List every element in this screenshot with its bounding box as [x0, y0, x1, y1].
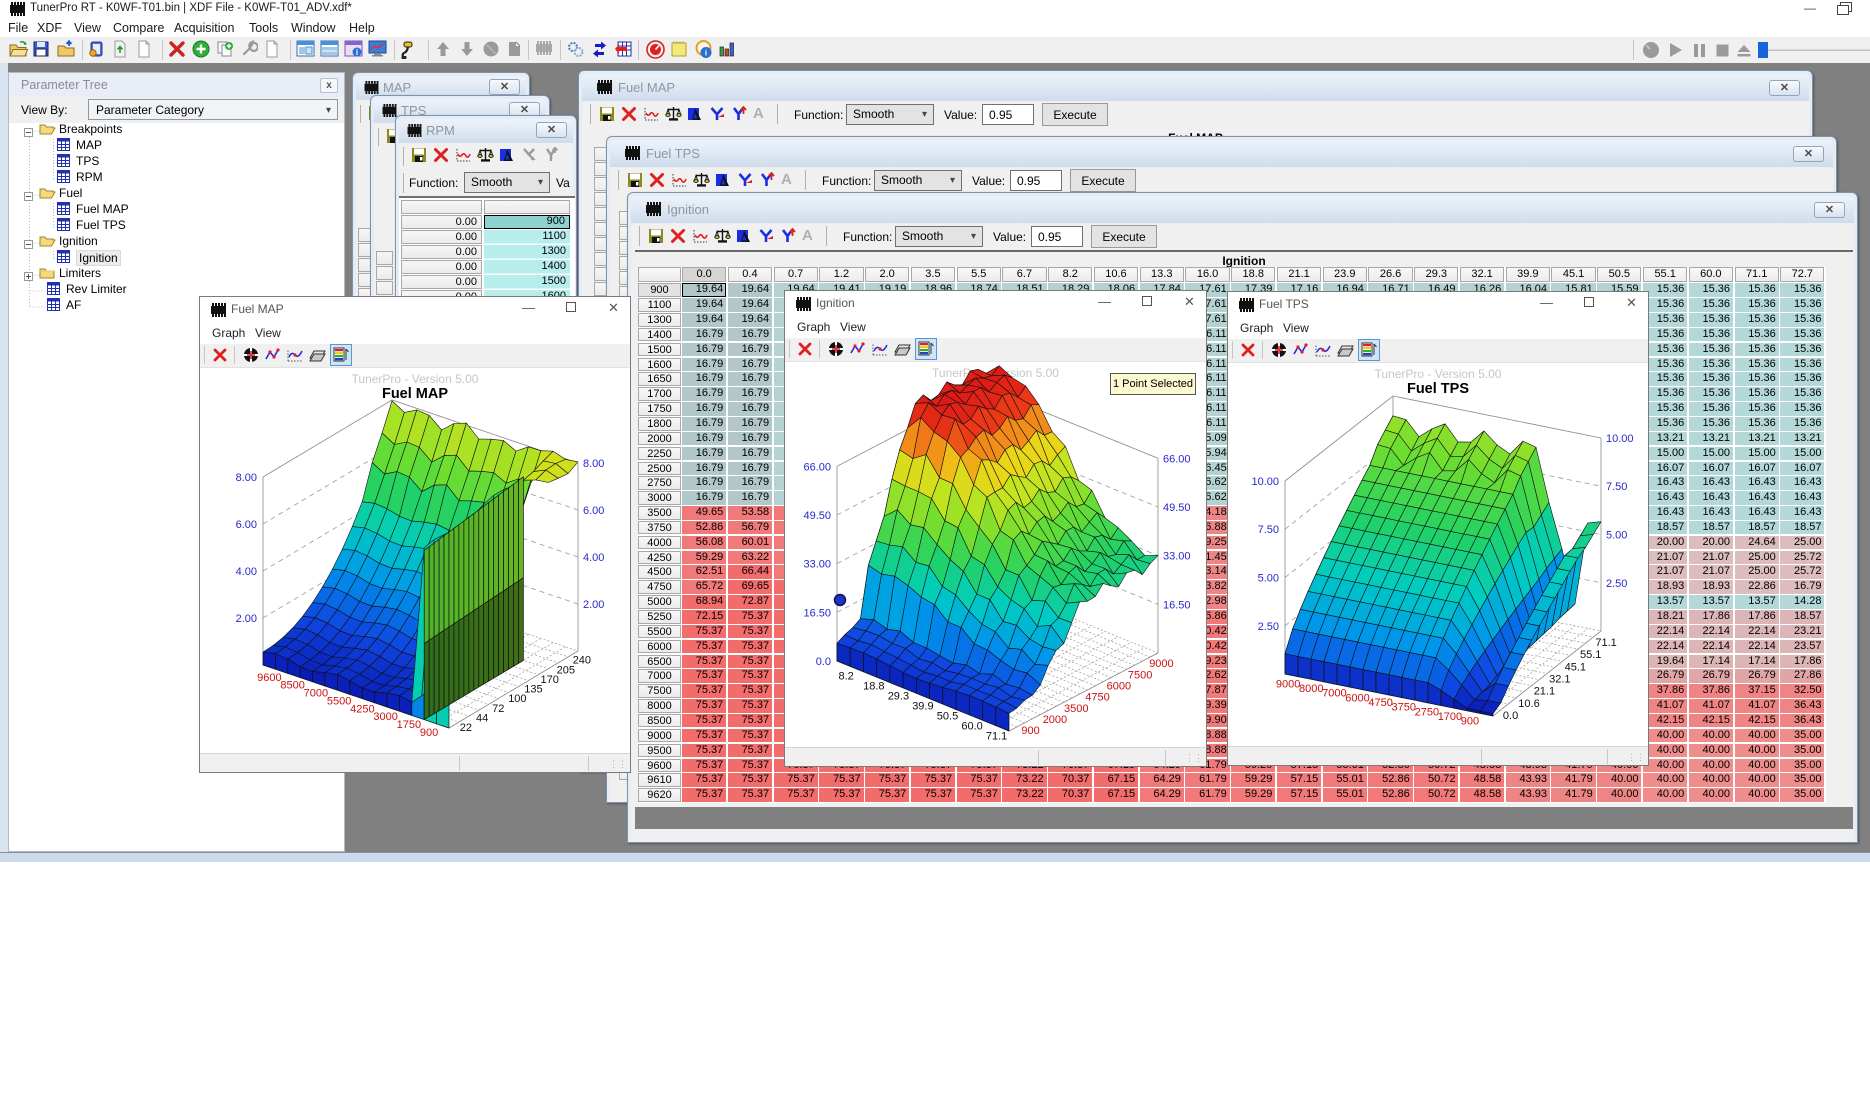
svg-text:7500: 7500	[1128, 669, 1152, 681]
svg-text:i: i	[356, 48, 358, 57]
svg-text:55.1: 55.1	[1580, 649, 1601, 661]
svg-text:2750: 2750	[1415, 706, 1439, 718]
svg-text:8500: 8500	[280, 680, 304, 692]
svg-text:71.1: 71.1	[986, 731, 1007, 743]
svg-text:9000: 9000	[1276, 678, 1300, 690]
svg-text:8.00: 8.00	[583, 458, 604, 470]
svg-text:9000: 9000	[1149, 658, 1173, 670]
svg-text:16.50: 16.50	[1163, 599, 1191, 611]
svg-text:45.1: 45.1	[1565, 661, 1586, 673]
svg-text:10.6: 10.6	[1518, 698, 1539, 710]
svg-text:8000: 8000	[1299, 683, 1323, 695]
svg-text:9600: 9600	[257, 672, 281, 684]
svg-text:1700: 1700	[1438, 711, 1462, 723]
svg-text:44: 44	[476, 713, 488, 725]
svg-text:4.00: 4.00	[236, 566, 257, 578]
svg-text:2000: 2000	[1043, 714, 1067, 726]
svg-text:21.1: 21.1	[1534, 686, 1555, 698]
svg-text:4750: 4750	[1085, 692, 1109, 704]
svg-text:0.0: 0.0	[1503, 710, 1518, 722]
svg-text:900: 900	[420, 727, 438, 739]
svg-text:33.00: 33.00	[803, 559, 831, 571]
svg-text:900: 900	[1021, 725, 1039, 737]
svg-text:2.50: 2.50	[1606, 578, 1627, 590]
svg-text:5.00: 5.00	[1606, 530, 1627, 542]
svg-text:5.00: 5.00	[1258, 573, 1279, 585]
svg-text:0.0: 0.0	[816, 656, 831, 668]
svg-text:18.8: 18.8	[863, 681, 884, 693]
svg-text:33.00: 33.00	[1163, 551, 1191, 563]
svg-text:49.50: 49.50	[1163, 502, 1191, 514]
svg-text:2.50: 2.50	[1258, 621, 1279, 633]
svg-text:4750: 4750	[1368, 697, 1392, 709]
svg-text:2.00: 2.00	[236, 613, 257, 625]
svg-text:1750: 1750	[397, 719, 421, 731]
svg-text:32.1: 32.1	[1549, 674, 1570, 686]
svg-text:6000: 6000	[1345, 692, 1369, 704]
svg-text:22: 22	[460, 722, 472, 734]
svg-text:7000: 7000	[304, 688, 328, 700]
svg-text:49.50: 49.50	[803, 510, 831, 522]
svg-text:72: 72	[492, 703, 504, 715]
svg-text:6.00: 6.00	[236, 519, 257, 531]
svg-text:4250: 4250	[350, 703, 374, 715]
svg-text:7.50: 7.50	[1606, 481, 1627, 493]
svg-text:60.0: 60.0	[961, 721, 982, 733]
svg-text:10.00: 10.00	[1251, 476, 1279, 488]
svg-text:66.00: 66.00	[803, 461, 831, 473]
svg-text:8.00: 8.00	[236, 472, 257, 484]
svg-text:3750: 3750	[1392, 702, 1416, 714]
svg-text:7000: 7000	[1322, 688, 1346, 700]
svg-text:900: 900	[1461, 716, 1479, 728]
svg-text:5500: 5500	[327, 695, 351, 707]
svg-text:66.00: 66.00	[1163, 453, 1191, 465]
svg-text:7.50: 7.50	[1258, 524, 1279, 536]
svg-text:8.2: 8.2	[839, 671, 854, 683]
svg-text:3500: 3500	[1064, 703, 1088, 715]
svg-text:6.00: 6.00	[583, 505, 604, 517]
svg-text:6000: 6000	[1107, 681, 1131, 693]
svg-text:29.3: 29.3	[888, 691, 909, 703]
svg-text:16.50: 16.50	[803, 607, 831, 619]
svg-text:39.9: 39.9	[912, 701, 933, 713]
svg-text:i: i	[705, 49, 707, 58]
svg-text:10.00: 10.00	[1606, 433, 1634, 445]
svg-text:240: 240	[573, 655, 591, 667]
svg-text:71.1: 71.1	[1595, 637, 1616, 649]
svg-text:2.00: 2.00	[583, 599, 604, 611]
svg-text:50.5: 50.5	[937, 711, 958, 723]
svg-text:4.00: 4.00	[583, 552, 604, 564]
svg-text:3000: 3000	[373, 711, 397, 723]
